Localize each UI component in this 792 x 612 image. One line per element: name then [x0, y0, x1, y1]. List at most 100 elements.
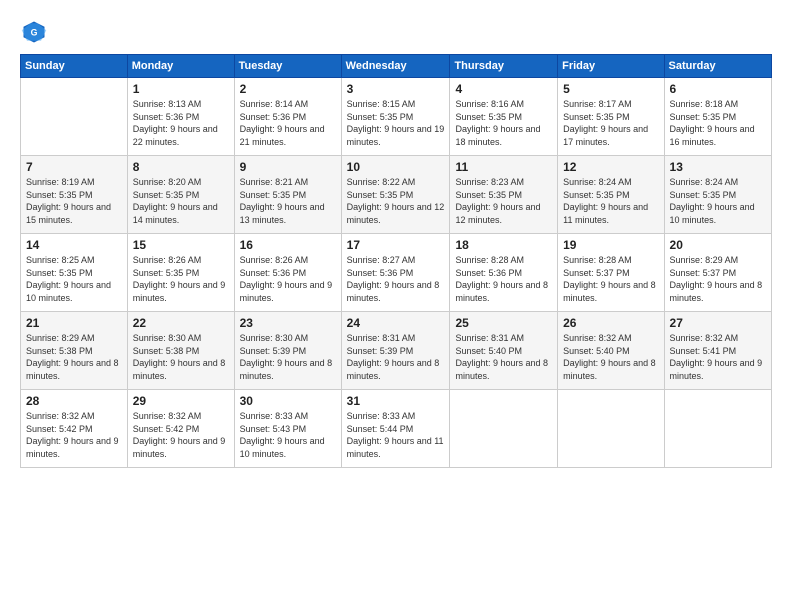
day-number: 15 [133, 238, 229, 252]
day-cell: 5 Sunrise: 8:17 AMSunset: 5:35 PMDayligh… [558, 78, 664, 156]
day-number: 10 [347, 160, 445, 174]
week-row-4: 28 Sunrise: 8:32 AMSunset: 5:42 PMDaylig… [21, 390, 772, 468]
calendar: SundayMondayTuesdayWednesdayThursdayFrid… [20, 54, 772, 468]
day-cell: 31 Sunrise: 8:33 AMSunset: 5:44 PMDaylig… [341, 390, 450, 468]
day-header-wednesday: Wednesday [341, 55, 450, 78]
day-info: Sunrise: 8:32 AMSunset: 5:40 PMDaylight:… [563, 332, 658, 382]
day-info: Sunrise: 8:17 AMSunset: 5:35 PMDaylight:… [563, 98, 658, 148]
day-cell [450, 390, 558, 468]
day-number: 30 [240, 394, 336, 408]
day-cell: 4 Sunrise: 8:16 AMSunset: 5:35 PMDayligh… [450, 78, 558, 156]
header: G [20, 18, 772, 46]
day-header-monday: Monday [127, 55, 234, 78]
page: G SundayMondayTuesdayWednesdayThursdayFr… [0, 0, 792, 612]
day-cell [664, 390, 771, 468]
day-info: Sunrise: 8:26 AMSunset: 5:35 PMDaylight:… [133, 254, 229, 304]
day-info: Sunrise: 8:28 AMSunset: 5:37 PMDaylight:… [563, 254, 658, 304]
day-number: 25 [455, 316, 552, 330]
day-cell: 30 Sunrise: 8:33 AMSunset: 5:43 PMDaylig… [234, 390, 341, 468]
day-number: 17 [347, 238, 445, 252]
week-row-2: 14 Sunrise: 8:25 AMSunset: 5:35 PMDaylig… [21, 234, 772, 312]
day-cell: 11 Sunrise: 8:23 AMSunset: 5:35 PMDaylig… [450, 156, 558, 234]
day-cell: 1 Sunrise: 8:13 AMSunset: 5:36 PMDayligh… [127, 78, 234, 156]
day-header-friday: Friday [558, 55, 664, 78]
day-cell: 27 Sunrise: 8:32 AMSunset: 5:41 PMDaylig… [664, 312, 771, 390]
day-number: 18 [455, 238, 552, 252]
calendar-header: SundayMondayTuesdayWednesdayThursdayFrid… [21, 55, 772, 78]
day-cell: 13 Sunrise: 8:24 AMSunset: 5:35 PMDaylig… [664, 156, 771, 234]
day-cell: 18 Sunrise: 8:28 AMSunset: 5:36 PMDaylig… [450, 234, 558, 312]
day-cell: 17 Sunrise: 8:27 AMSunset: 5:36 PMDaylig… [341, 234, 450, 312]
day-number: 6 [670, 82, 766, 96]
day-info: Sunrise: 8:30 AMSunset: 5:38 PMDaylight:… [133, 332, 229, 382]
day-info: Sunrise: 8:29 AMSunset: 5:37 PMDaylight:… [670, 254, 766, 304]
day-info: Sunrise: 8:20 AMSunset: 5:35 PMDaylight:… [133, 176, 229, 226]
day-number: 14 [26, 238, 122, 252]
day-info: Sunrise: 8:33 AMSunset: 5:43 PMDaylight:… [240, 410, 336, 460]
day-cell [21, 78, 128, 156]
day-number: 24 [347, 316, 445, 330]
calendar-body: 1 Sunrise: 8:13 AMSunset: 5:36 PMDayligh… [21, 78, 772, 468]
day-number: 31 [347, 394, 445, 408]
day-info: Sunrise: 8:25 AMSunset: 5:35 PMDaylight:… [26, 254, 122, 304]
day-cell: 9 Sunrise: 8:21 AMSunset: 5:35 PMDayligh… [234, 156, 341, 234]
day-cell: 20 Sunrise: 8:29 AMSunset: 5:37 PMDaylig… [664, 234, 771, 312]
day-number: 20 [670, 238, 766, 252]
day-number: 29 [133, 394, 229, 408]
day-number: 21 [26, 316, 122, 330]
day-cell: 12 Sunrise: 8:24 AMSunset: 5:35 PMDaylig… [558, 156, 664, 234]
day-number: 22 [133, 316, 229, 330]
day-info: Sunrise: 8:29 AMSunset: 5:38 PMDaylight:… [26, 332, 122, 382]
day-number: 5 [563, 82, 658, 96]
day-info: Sunrise: 8:33 AMSunset: 5:44 PMDaylight:… [347, 410, 445, 460]
day-info: Sunrise: 8:21 AMSunset: 5:35 PMDaylight:… [240, 176, 336, 226]
day-header-thursday: Thursday [450, 55, 558, 78]
day-info: Sunrise: 8:18 AMSunset: 5:35 PMDaylight:… [670, 98, 766, 148]
day-cell: 2 Sunrise: 8:14 AMSunset: 5:36 PMDayligh… [234, 78, 341, 156]
week-row-0: 1 Sunrise: 8:13 AMSunset: 5:36 PMDayligh… [21, 78, 772, 156]
logo-icon: G [20, 18, 48, 46]
day-number: 3 [347, 82, 445, 96]
day-info: Sunrise: 8:32 AMSunset: 5:42 PMDaylight:… [133, 410, 229, 460]
day-number: 26 [563, 316, 658, 330]
day-cell: 10 Sunrise: 8:22 AMSunset: 5:35 PMDaylig… [341, 156, 450, 234]
day-info: Sunrise: 8:32 AMSunset: 5:42 PMDaylight:… [26, 410, 122, 460]
day-info: Sunrise: 8:28 AMSunset: 5:36 PMDaylight:… [455, 254, 552, 304]
day-cell: 22 Sunrise: 8:30 AMSunset: 5:38 PMDaylig… [127, 312, 234, 390]
day-number: 11 [455, 160, 552, 174]
day-info: Sunrise: 8:16 AMSunset: 5:35 PMDaylight:… [455, 98, 552, 148]
day-cell: 28 Sunrise: 8:32 AMSunset: 5:42 PMDaylig… [21, 390, 128, 468]
day-info: Sunrise: 8:32 AMSunset: 5:41 PMDaylight:… [670, 332, 766, 382]
day-cell: 24 Sunrise: 8:31 AMSunset: 5:39 PMDaylig… [341, 312, 450, 390]
day-info: Sunrise: 8:30 AMSunset: 5:39 PMDaylight:… [240, 332, 336, 382]
day-number: 2 [240, 82, 336, 96]
day-info: Sunrise: 8:31 AMSunset: 5:39 PMDaylight:… [347, 332, 445, 382]
day-info: Sunrise: 8:27 AMSunset: 5:36 PMDaylight:… [347, 254, 445, 304]
day-number: 8 [133, 160, 229, 174]
day-cell: 15 Sunrise: 8:26 AMSunset: 5:35 PMDaylig… [127, 234, 234, 312]
week-row-3: 21 Sunrise: 8:29 AMSunset: 5:38 PMDaylig… [21, 312, 772, 390]
day-number: 1 [133, 82, 229, 96]
day-number: 27 [670, 316, 766, 330]
day-cell: 26 Sunrise: 8:32 AMSunset: 5:40 PMDaylig… [558, 312, 664, 390]
day-header-tuesday: Tuesday [234, 55, 341, 78]
day-info: Sunrise: 8:22 AMSunset: 5:35 PMDaylight:… [347, 176, 445, 226]
day-number: 16 [240, 238, 336, 252]
day-cell [558, 390, 664, 468]
day-cell: 23 Sunrise: 8:30 AMSunset: 5:39 PMDaylig… [234, 312, 341, 390]
day-number: 4 [455, 82, 552, 96]
day-cell: 25 Sunrise: 8:31 AMSunset: 5:40 PMDaylig… [450, 312, 558, 390]
day-header-sunday: Sunday [21, 55, 128, 78]
day-cell: 29 Sunrise: 8:32 AMSunset: 5:42 PMDaylig… [127, 390, 234, 468]
day-number: 28 [26, 394, 122, 408]
week-row-1: 7 Sunrise: 8:19 AMSunset: 5:35 PMDayligh… [21, 156, 772, 234]
day-cell: 3 Sunrise: 8:15 AMSunset: 5:35 PMDayligh… [341, 78, 450, 156]
day-info: Sunrise: 8:13 AMSunset: 5:36 PMDaylight:… [133, 98, 229, 148]
day-cell: 21 Sunrise: 8:29 AMSunset: 5:38 PMDaylig… [21, 312, 128, 390]
header-row: SundayMondayTuesdayWednesdayThursdayFrid… [21, 55, 772, 78]
day-info: Sunrise: 8:14 AMSunset: 5:36 PMDaylight:… [240, 98, 336, 148]
day-cell: 8 Sunrise: 8:20 AMSunset: 5:35 PMDayligh… [127, 156, 234, 234]
logo: G [20, 18, 52, 46]
day-info: Sunrise: 8:19 AMSunset: 5:35 PMDaylight:… [26, 176, 122, 226]
day-cell: 16 Sunrise: 8:26 AMSunset: 5:36 PMDaylig… [234, 234, 341, 312]
